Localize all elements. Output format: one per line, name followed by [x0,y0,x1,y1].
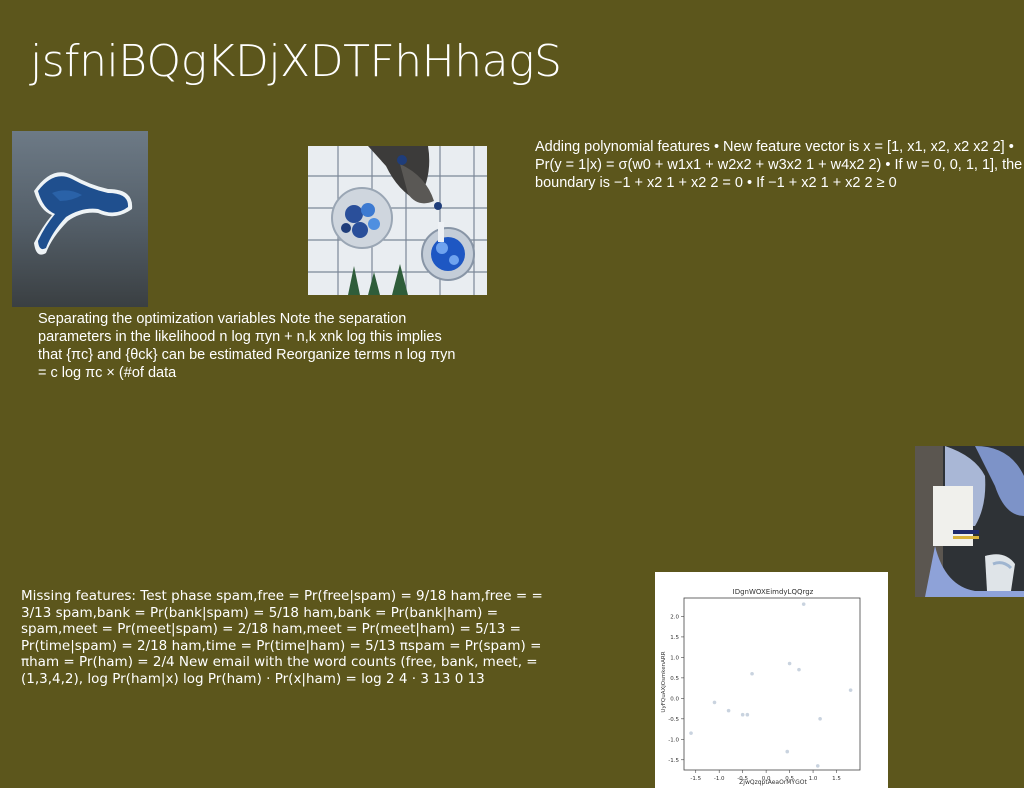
y-tick-label: -1.0 [668,737,679,743]
chart-x-label: ZjwQzqptAeaOrMYGOt [739,779,807,786]
slide-title: jsfniBQgKDjXDTFhHhagS [30,36,562,87]
y-tick-label: -1.5 [668,758,679,764]
chart-title: IDgnWOXEimdyLQQrgz [733,588,814,596]
table-setting-photo [308,146,487,295]
y-tick-label: 2.0 [670,614,679,620]
polynomial-features-text: Adding polynomial features • New feature… [535,139,1023,191]
x-tick-label: -1.5 [690,776,701,782]
scatter-chart-svg: IDgnWOXEimdyLQQrgz ZjwQzqptAeaOrMYGOt Uy… [661,588,861,786]
x-tick-label: 0.0 [762,776,771,782]
scatter-chart: IDgnWOXEimdyLQQrgz ZjwQzqptAeaOrMYGOt Uy… [655,572,888,788]
chart-y-label: UyFQuAXjOsmkenARR [661,651,667,712]
x-tick-label: 1.5 [832,776,841,782]
x-tick-label: 0.5 [785,776,794,782]
x-tick-label: 1.0 [809,776,818,782]
y-tick-label: -0.5 [668,717,679,723]
missing-features-text: Missing features: Test phase spam,free =… [21,588,543,687]
x-tick-label: -1.0 [714,776,725,782]
scatter-point [815,764,820,768]
y-tick-label: 0.0 [670,696,679,702]
y-tick-label: 1.0 [670,655,679,661]
chart-plot-frame [683,597,861,771]
scatter-point [745,712,750,717]
x-tick-label: -0.5 [737,776,748,782]
scatter-point [750,671,754,676]
y-tick-label: 1.5 [670,635,679,641]
scatter-point [689,731,693,735]
y-tick-label: 0.5 [670,676,679,682]
scatter-point [797,667,801,672]
portrait-photo [915,446,1024,597]
separating-variables-text: Separating the optimization variables No… [38,311,456,381]
island-photo [12,131,148,307]
scatter-point [848,688,853,692]
scatter-point [818,717,822,721]
scatter-point [785,749,790,754]
scatter-point [801,602,806,606]
scatter-point [726,708,731,713]
scatter-point [787,661,792,666]
scatter-point [740,712,745,717]
scatter-point [712,700,717,705]
